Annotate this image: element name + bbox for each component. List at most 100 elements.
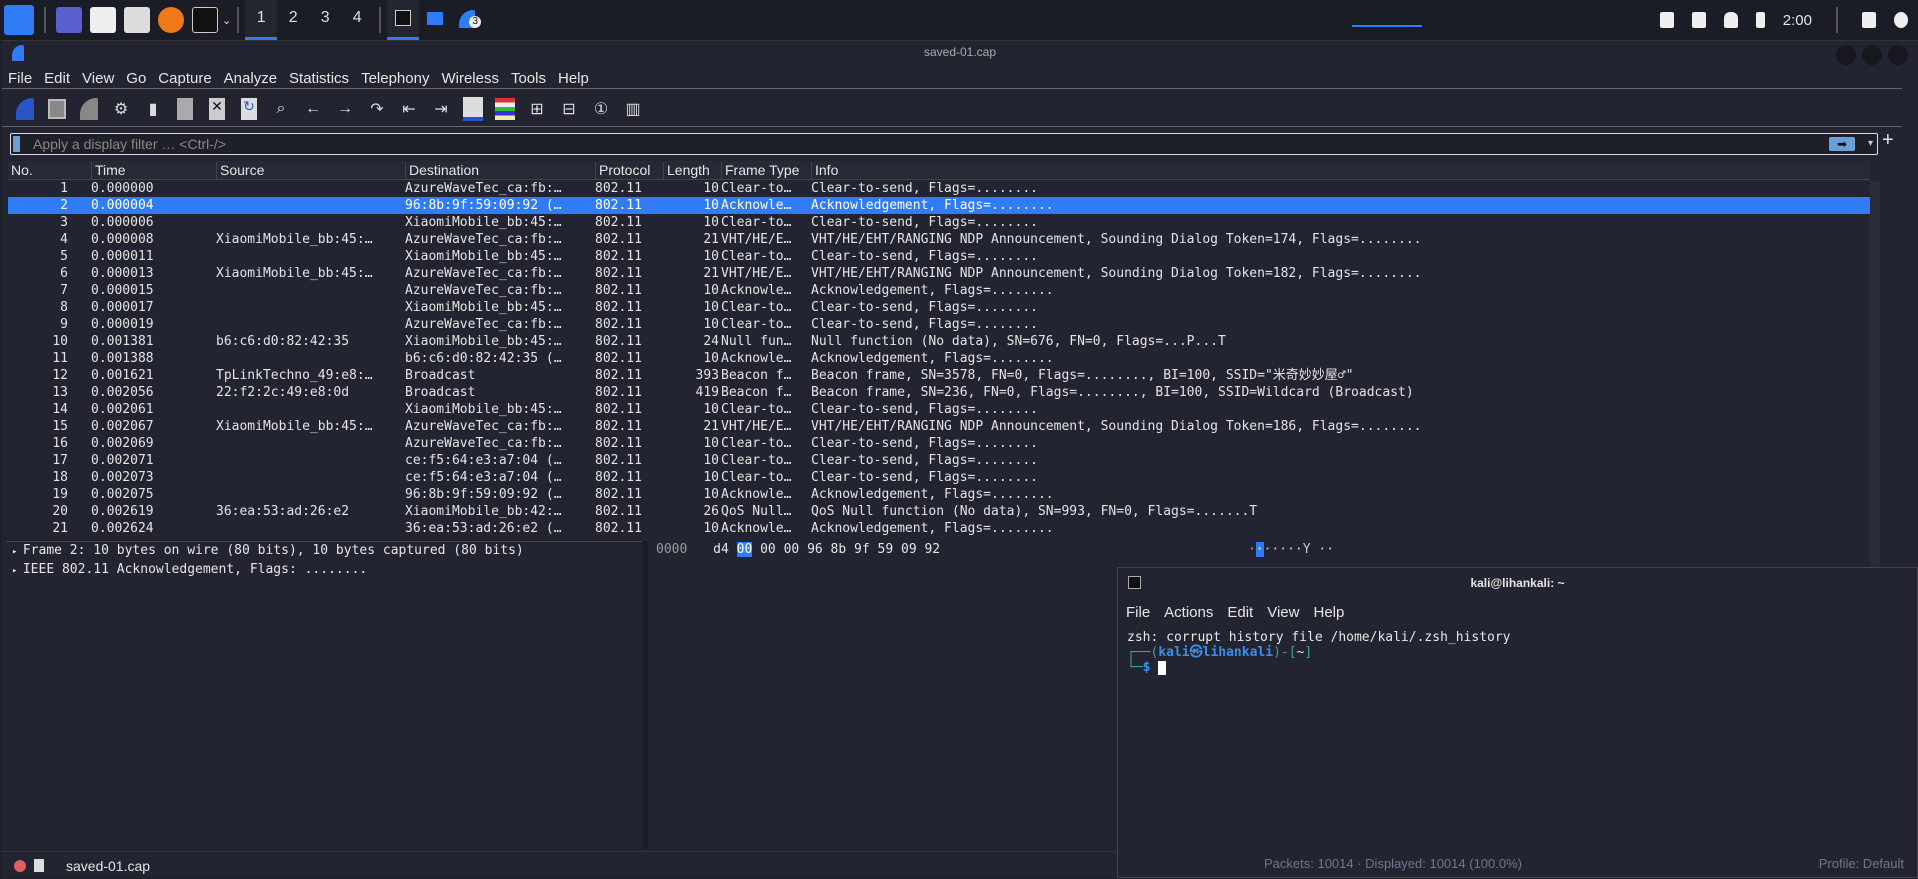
task-files[interactable]: [419, 0, 451, 40]
packet-list-scrollbar[interactable]: [1870, 181, 1880, 579]
go-back-arrow-icon[interactable]: ←: [300, 96, 326, 122]
menu-capture[interactable]: Capture: [152, 65, 217, 88]
file-manager-icon[interactable]: [90, 7, 116, 33]
menu-edit[interactable]: Edit: [38, 65, 76, 88]
desktop-icon[interactable]: [56, 7, 82, 33]
packet-row[interactable]: 21 0.002624 36:ea:53:ad:26:e2 (… 802.11 10 Ac…: [8, 520, 1870, 537]
close-file-icon[interactable]: ✕: [204, 96, 230, 122]
terminal-menu-actions[interactable]: Actions: [1164, 598, 1213, 628]
packet-row[interactable]: 15 0.002067 XiaomiMobile_bb:45:… AzureWaveT…: [8, 418, 1870, 435]
column-protocol[interactable]: Protocol: [595, 162, 665, 180]
zoom-in-icon[interactable]: ⊞: [524, 96, 550, 122]
clock[interactable]: 2:00: [1783, 12, 1812, 29]
packet-row[interactable]: 7 0.000015 AzureWaveTec_ca:fb:… 802.11 10 Ack…: [8, 282, 1870, 299]
go-forward-arrow-icon[interactable]: →: [332, 96, 358, 122]
packet-row[interactable]: 14 0.002061 XiaomiMobile_bb:45:… 802.11 10 Cl…: [8, 401, 1870, 418]
autoscroll-icon[interactable]: [460, 96, 486, 122]
column-time[interactable]: Time: [91, 162, 216, 180]
menu-help[interactable]: Help: [552, 65, 595, 88]
terminal-output[interactable]: zsh: corrupt history file /home/kali/.zs…: [1127, 630, 1511, 675]
reload-file-icon[interactable]: ↻: [236, 96, 262, 122]
packet-row[interactable]: 4 0.000008 XiaomiMobile_bb:45:… AzureWaveTe…: [8, 231, 1870, 248]
packet-row[interactable]: 1 0.000000 AzureWaveTec_ca:fb:… 802.11 10 Cle…: [8, 180, 1870, 197]
ascii-bytes[interactable]: ·····Y ··: [1264, 542, 1334, 557]
workspace-3[interactable]: 3: [309, 0, 341, 40]
packet-row[interactable]: 6 0.000013 XiaomiMobile_bb:45:… AzureWaveTe…: [8, 265, 1870, 282]
task-wireshark[interactable]: 3: [451, 0, 483, 40]
restart-capture-icon[interactable]: [76, 96, 102, 122]
column-no[interactable]: No.: [8, 162, 68, 180]
menu-go[interactable]: Go: [120, 65, 152, 88]
menu-file[interactable]: File: [2, 65, 38, 88]
kali-menu-icon[interactable]: [4, 5, 34, 35]
logout-icon[interactable]: [1894, 12, 1908, 28]
packet-row[interactable]: 9 0.000019 AzureWaveTec_ca:fb:… 802.11 10 Cle…: [8, 316, 1870, 333]
chevron-down-icon[interactable]: ⌄: [222, 14, 231, 27]
packet-row[interactable]: 19 0.002075 96:8b:9f:59:09:92 (… 802.11 10 Ac…: [8, 486, 1870, 503]
column-length[interactable]: Length: [663, 162, 719, 180]
terminal-icon[interactable]: [192, 7, 218, 33]
first-packet-icon[interactable]: ⇤: [396, 96, 422, 122]
column-destination[interactable]: Destination: [405, 162, 595, 180]
packet-row[interactable]: 20 0.002619 36:ea:53:ad:26:e2 XiaomiMobile_…: [8, 503, 1870, 520]
column-source[interactable]: Source: [216, 162, 406, 180]
terminal-menu-file[interactable]: File: [1126, 598, 1150, 628]
hex-byte-selected[interactable]: 00: [736, 542, 753, 557]
packet-row[interactable]: 11 0.001388 b6:c6:d0:82:42:35 (… 802.11 10 Ac…: [8, 350, 1870, 367]
column-info[interactable]: Info: [811, 162, 1870, 180]
close-button[interactable]: [1888, 45, 1908, 65]
network-icon[interactable]: [1659, 12, 1674, 28]
terminal-menu-help[interactable]: Help: [1313, 598, 1344, 628]
zoom-out-icon[interactable]: ⊟: [556, 96, 582, 122]
text-editor-icon[interactable]: [124, 7, 150, 33]
save-file-icon[interactable]: [172, 96, 198, 122]
packet-row[interactable]: 5 0.000011 XiaomiMobile_bb:45:… 802.11 10 Cle…: [8, 248, 1870, 265]
workspace-4[interactable]: 4: [341, 0, 373, 40]
task-terminal[interactable]: [387, 0, 420, 40]
normal-size-icon[interactable]: ①: [588, 96, 614, 122]
bookmark-icon[interactable]: [13, 136, 20, 152]
packet-row[interactable]: 16 0.002069 AzureWaveTec_ca:fb:… 802.11 10 Cl…: [8, 435, 1870, 452]
packet-row[interactable]: 18 0.002073 ce:f5:64:e3:a7:04 (… 802.11 10 Cl…: [8, 469, 1870, 486]
menu-telephony[interactable]: Telephony: [355, 65, 435, 88]
minimize-button[interactable]: [1836, 45, 1856, 65]
display-filter-input[interactable]: Apply a display filter … <Ctrl-/> ➡ ▾: [10, 133, 1878, 155]
status-profile[interactable]: Profile: Default: [1819, 856, 1904, 872]
battery-icon[interactable]: [1755, 12, 1765, 28]
stop-capture-icon[interactable]: [44, 96, 70, 122]
find-packet-search-icon[interactable]: ⌕: [268, 96, 294, 122]
last-packet-icon[interactable]: ⇥: [428, 96, 454, 122]
hex-byte[interactable]: d4: [713, 542, 729, 557]
workspace-2[interactable]: 2: [277, 0, 309, 40]
detail-frame[interactable]: ▸ Frame 2: 10 bytes on wire (80 bits), 1…: [6, 542, 642, 561]
packet-row[interactable]: 2 0.000004 96:8b:9f:59:09:92 (… 802.11 10 Ack…: [8, 197, 1870, 214]
terminal-menu-view[interactable]: View: [1267, 598, 1299, 628]
filter-dropdown-icon[interactable]: ▾: [1868, 134, 1873, 154]
workspace-1[interactable]: 1: [245, 0, 278, 40]
resize-columns-icon[interactable]: ▥: [620, 96, 646, 122]
menu-analyze[interactable]: Analyze: [218, 65, 283, 88]
ascii-byte-selected[interactable]: ·: [1255, 542, 1264, 557]
ascii-byte[interactable]: ·: [1248, 542, 1256, 557]
menu-view[interactable]: View: [76, 65, 120, 88]
menu-tools[interactable]: Tools: [505, 65, 552, 88]
volume-icon[interactable]: [1691, 12, 1706, 28]
go-to-packet-icon[interactable]: ↷: [364, 96, 390, 122]
hex-bytes[interactable]: 00 00 96 8b 9f 59 09 92: [760, 542, 940, 557]
lock-icon[interactable]: [1862, 12, 1876, 28]
firefox-icon[interactable]: [158, 7, 184, 33]
expert-info-icon[interactable]: [14, 859, 26, 872]
add-filter-button-plus-icon[interactable]: +: [1882, 129, 1894, 152]
packet-row[interactable]: 10 0.001381 b6:c6:d0:82:42:35 XiaomiMobile_…: [8, 333, 1870, 350]
packet-row[interactable]: 8 0.000017 XiaomiMobile_bb:45:… 802.11 10 Cle…: [8, 299, 1870, 316]
capture-options-gear-icon[interactable]: ⚙: [108, 96, 134, 122]
capture-comment-icon[interactable]: [34, 859, 44, 872]
start-capture-icon[interactable]: [12, 96, 38, 122]
notification-bell-icon[interactable]: [1723, 12, 1738, 28]
menu-statistics[interactable]: Statistics: [283, 65, 355, 88]
open-file-icon[interactable]: ▮: [140, 96, 166, 122]
packet-row[interactable]: 3 0.000006 XiaomiMobile_bb:45:… 802.11 10 Cle…: [8, 214, 1870, 231]
packet-row[interactable]: 13 0.002056 22:f2:2c:49:e8:0d Broadcast 802.…: [8, 384, 1870, 401]
apply-filter-arrow-icon[interactable]: ➡: [1829, 137, 1855, 151]
terminal-menu-edit[interactable]: Edit: [1227, 598, 1253, 628]
